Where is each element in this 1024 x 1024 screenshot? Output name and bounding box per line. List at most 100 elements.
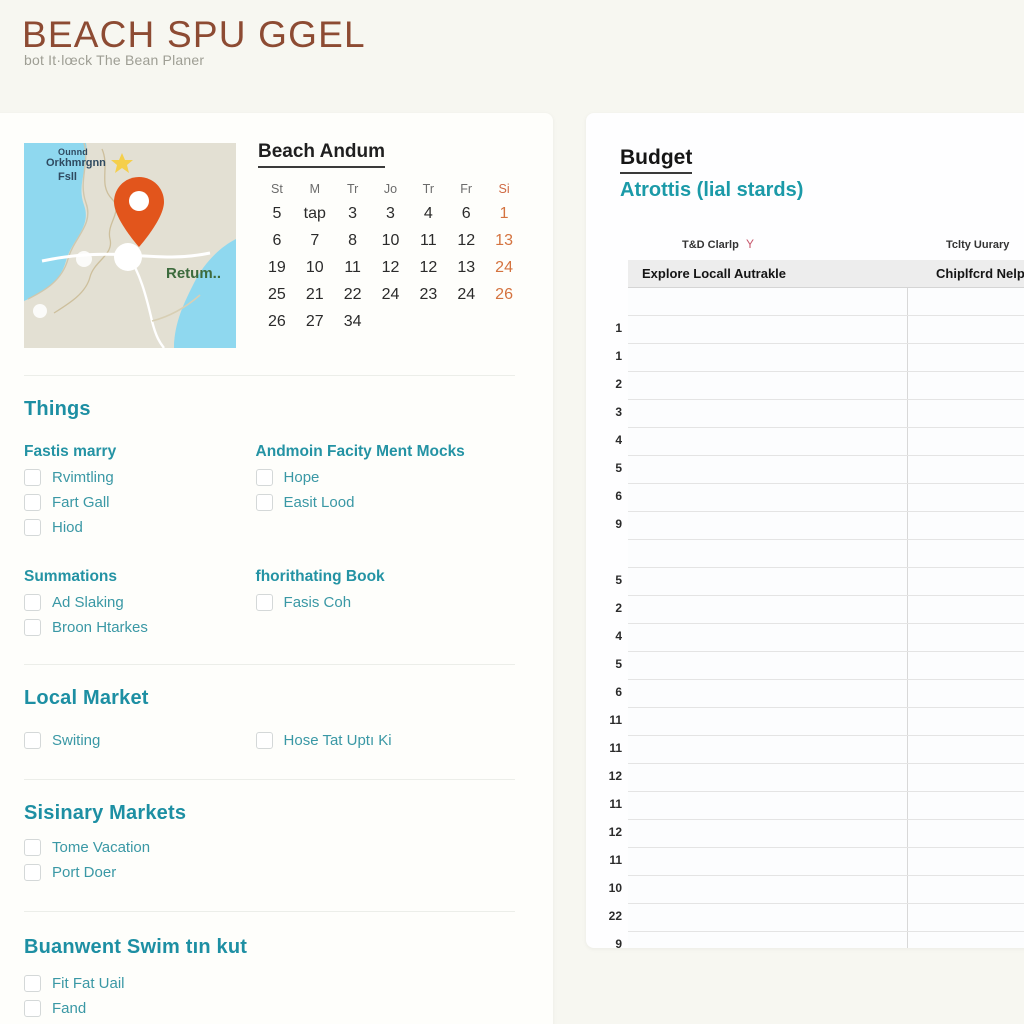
table-cell[interactable] [628,652,908,679]
table-cell[interactable] [908,904,1024,931]
table-cell[interactable] [628,316,908,343]
table-cell[interactable] [908,344,1024,371]
checklist-item[interactable]: Hiod [24,519,256,536]
location-map[interactable]: Ounnd Orkhmrgnn Fsll Retum.. [24,143,236,348]
table-row[interactable]: 9 [615,932,1024,948]
table-cell[interactable] [628,624,908,651]
table-row[interactable]: 1 [615,316,1024,344]
checkbox-icon[interactable] [255,594,273,611]
calendar-day[interactable]: tap [296,205,334,223]
calendar-day[interactable]: 26 [485,286,523,304]
table-row[interactable]: 11 [609,736,1024,764]
table-row[interactable]: 22 [609,904,1024,932]
budget-table-body[interactable]: 1 1 2 3 4 5 6 9 5 2 4 5 6 11 11 12 11 12 11 10 22 9 [609,288,1024,948]
table-cell[interactable] [628,288,908,315]
table-cell[interactable] [628,904,908,931]
table-row[interactable]: 11 [609,708,1024,736]
table-cell[interactable] [908,736,1024,763]
table-cell[interactable] [908,428,1024,455]
table-row[interactable]: 5 [615,652,1024,680]
calendar-day[interactable]: 12 [372,259,410,277]
table-cell[interactable] [628,820,908,847]
checklist-item[interactable]: Tome Vacation [24,839,515,856]
calendar-day[interactable]: 23 [409,286,447,304]
checkbox-icon[interactable] [24,619,41,636]
calendar-day[interactable]: 27 [296,313,334,331]
table-row[interactable]: 2 [615,372,1024,400]
calendar-day[interactable]: 34 [334,313,372,331]
checklist-item[interactable]: Hope [255,469,515,486]
calendar-grid[interactable]: St M Tr Jo Tr Fr Si 5 tap 3 3 4 6 1 6 7 … [258,182,523,331]
calendar-day[interactable]: 11 [409,232,447,250]
calendar-day[interactable]: 19 [258,259,296,277]
table-cell[interactable] [908,764,1024,791]
table-row[interactable]: 10 [609,876,1024,904]
calendar-day[interactable]: 4 [409,205,447,223]
table-row[interactable] [628,540,1024,568]
table-cell[interactable] [908,708,1024,735]
checklist-item[interactable]: Ad Slaking [24,594,256,611]
table-row[interactable]: 12 [609,764,1024,792]
calendar-day[interactable]: 26 [258,313,296,331]
table-row[interactable]: 6 [615,484,1024,512]
table-cell[interactable] [908,540,1024,567]
table-cell[interactable] [628,456,908,483]
table-cell[interactable] [628,596,908,623]
calendar-day[interactable]: 6 [447,205,485,223]
checkbox-icon[interactable] [24,519,41,536]
table-row[interactable]: 12 [609,820,1024,848]
table-row[interactable]: 11 [609,848,1024,876]
checklist-item[interactable]: Fand [24,1000,515,1017]
table-cell[interactable] [908,372,1024,399]
table-cell[interactable] [628,372,908,399]
calendar-day[interactable]: 6 [258,232,296,250]
table-cell[interactable] [908,400,1024,427]
calendar-day[interactable]: 5 [258,205,296,223]
checkbox-icon[interactable] [24,839,41,856]
checklist-item[interactable]: Switing [24,732,256,749]
checkbox-icon[interactable] [255,469,273,486]
table-row[interactable]: 5 [615,456,1024,484]
table-cell[interactable] [908,512,1024,539]
table-row[interactable]: 11 [609,792,1024,820]
table-cell[interactable] [628,568,908,595]
table-cell[interactable] [908,876,1024,903]
table-cell[interactable] [628,344,908,371]
table-cell[interactable] [628,848,908,875]
calendar-day[interactable]: 12 [447,232,485,250]
table-cell[interactable] [628,512,908,539]
table-cell[interactable] [908,484,1024,511]
table-cell[interactable] [628,708,908,735]
calendar-day[interactable]: 24 [485,259,523,277]
table-row[interactable]: 9 [615,512,1024,540]
table-cell[interactable] [628,428,908,455]
calendar-day[interactable]: 13 [447,259,485,277]
table-cell[interactable] [628,792,908,819]
table-cell[interactable] [908,456,1024,483]
table-row[interactable]: 4 [615,428,1024,456]
checklist-item[interactable]: Broon Htarkes [24,619,256,636]
table-cell[interactable] [908,596,1024,623]
checkbox-icon[interactable] [24,975,41,992]
table-row[interactable] [628,288,1024,316]
table-row[interactable]: 4 [615,624,1024,652]
table-cell[interactable] [908,848,1024,875]
table-row[interactable]: 6 [615,680,1024,708]
checkbox-icon[interactable] [24,494,41,511]
checklist-item[interactable]: Hose Tat Uptı Ki [255,732,515,749]
calendar-day[interactable]: 21 [296,286,334,304]
calendar-day[interactable]: 13 [485,232,523,250]
table-cell[interactable] [908,568,1024,595]
table-row[interactable]: 1 [615,344,1024,372]
calendar-day[interactable]: 8 [334,232,372,250]
checkbox-icon[interactable] [255,732,273,749]
calendar-day[interactable]: 7 [296,232,334,250]
table-cell[interactable] [628,764,908,791]
table-cell[interactable] [908,820,1024,847]
table-cell[interactable] [908,316,1024,343]
checkbox-icon[interactable] [24,1000,41,1017]
calendar-day[interactable]: 3 [334,205,372,223]
table-cell[interactable] [628,484,908,511]
checklist-item[interactable]: Fasis Coh [255,594,515,611]
table-row[interactable]: 2 [615,596,1024,624]
